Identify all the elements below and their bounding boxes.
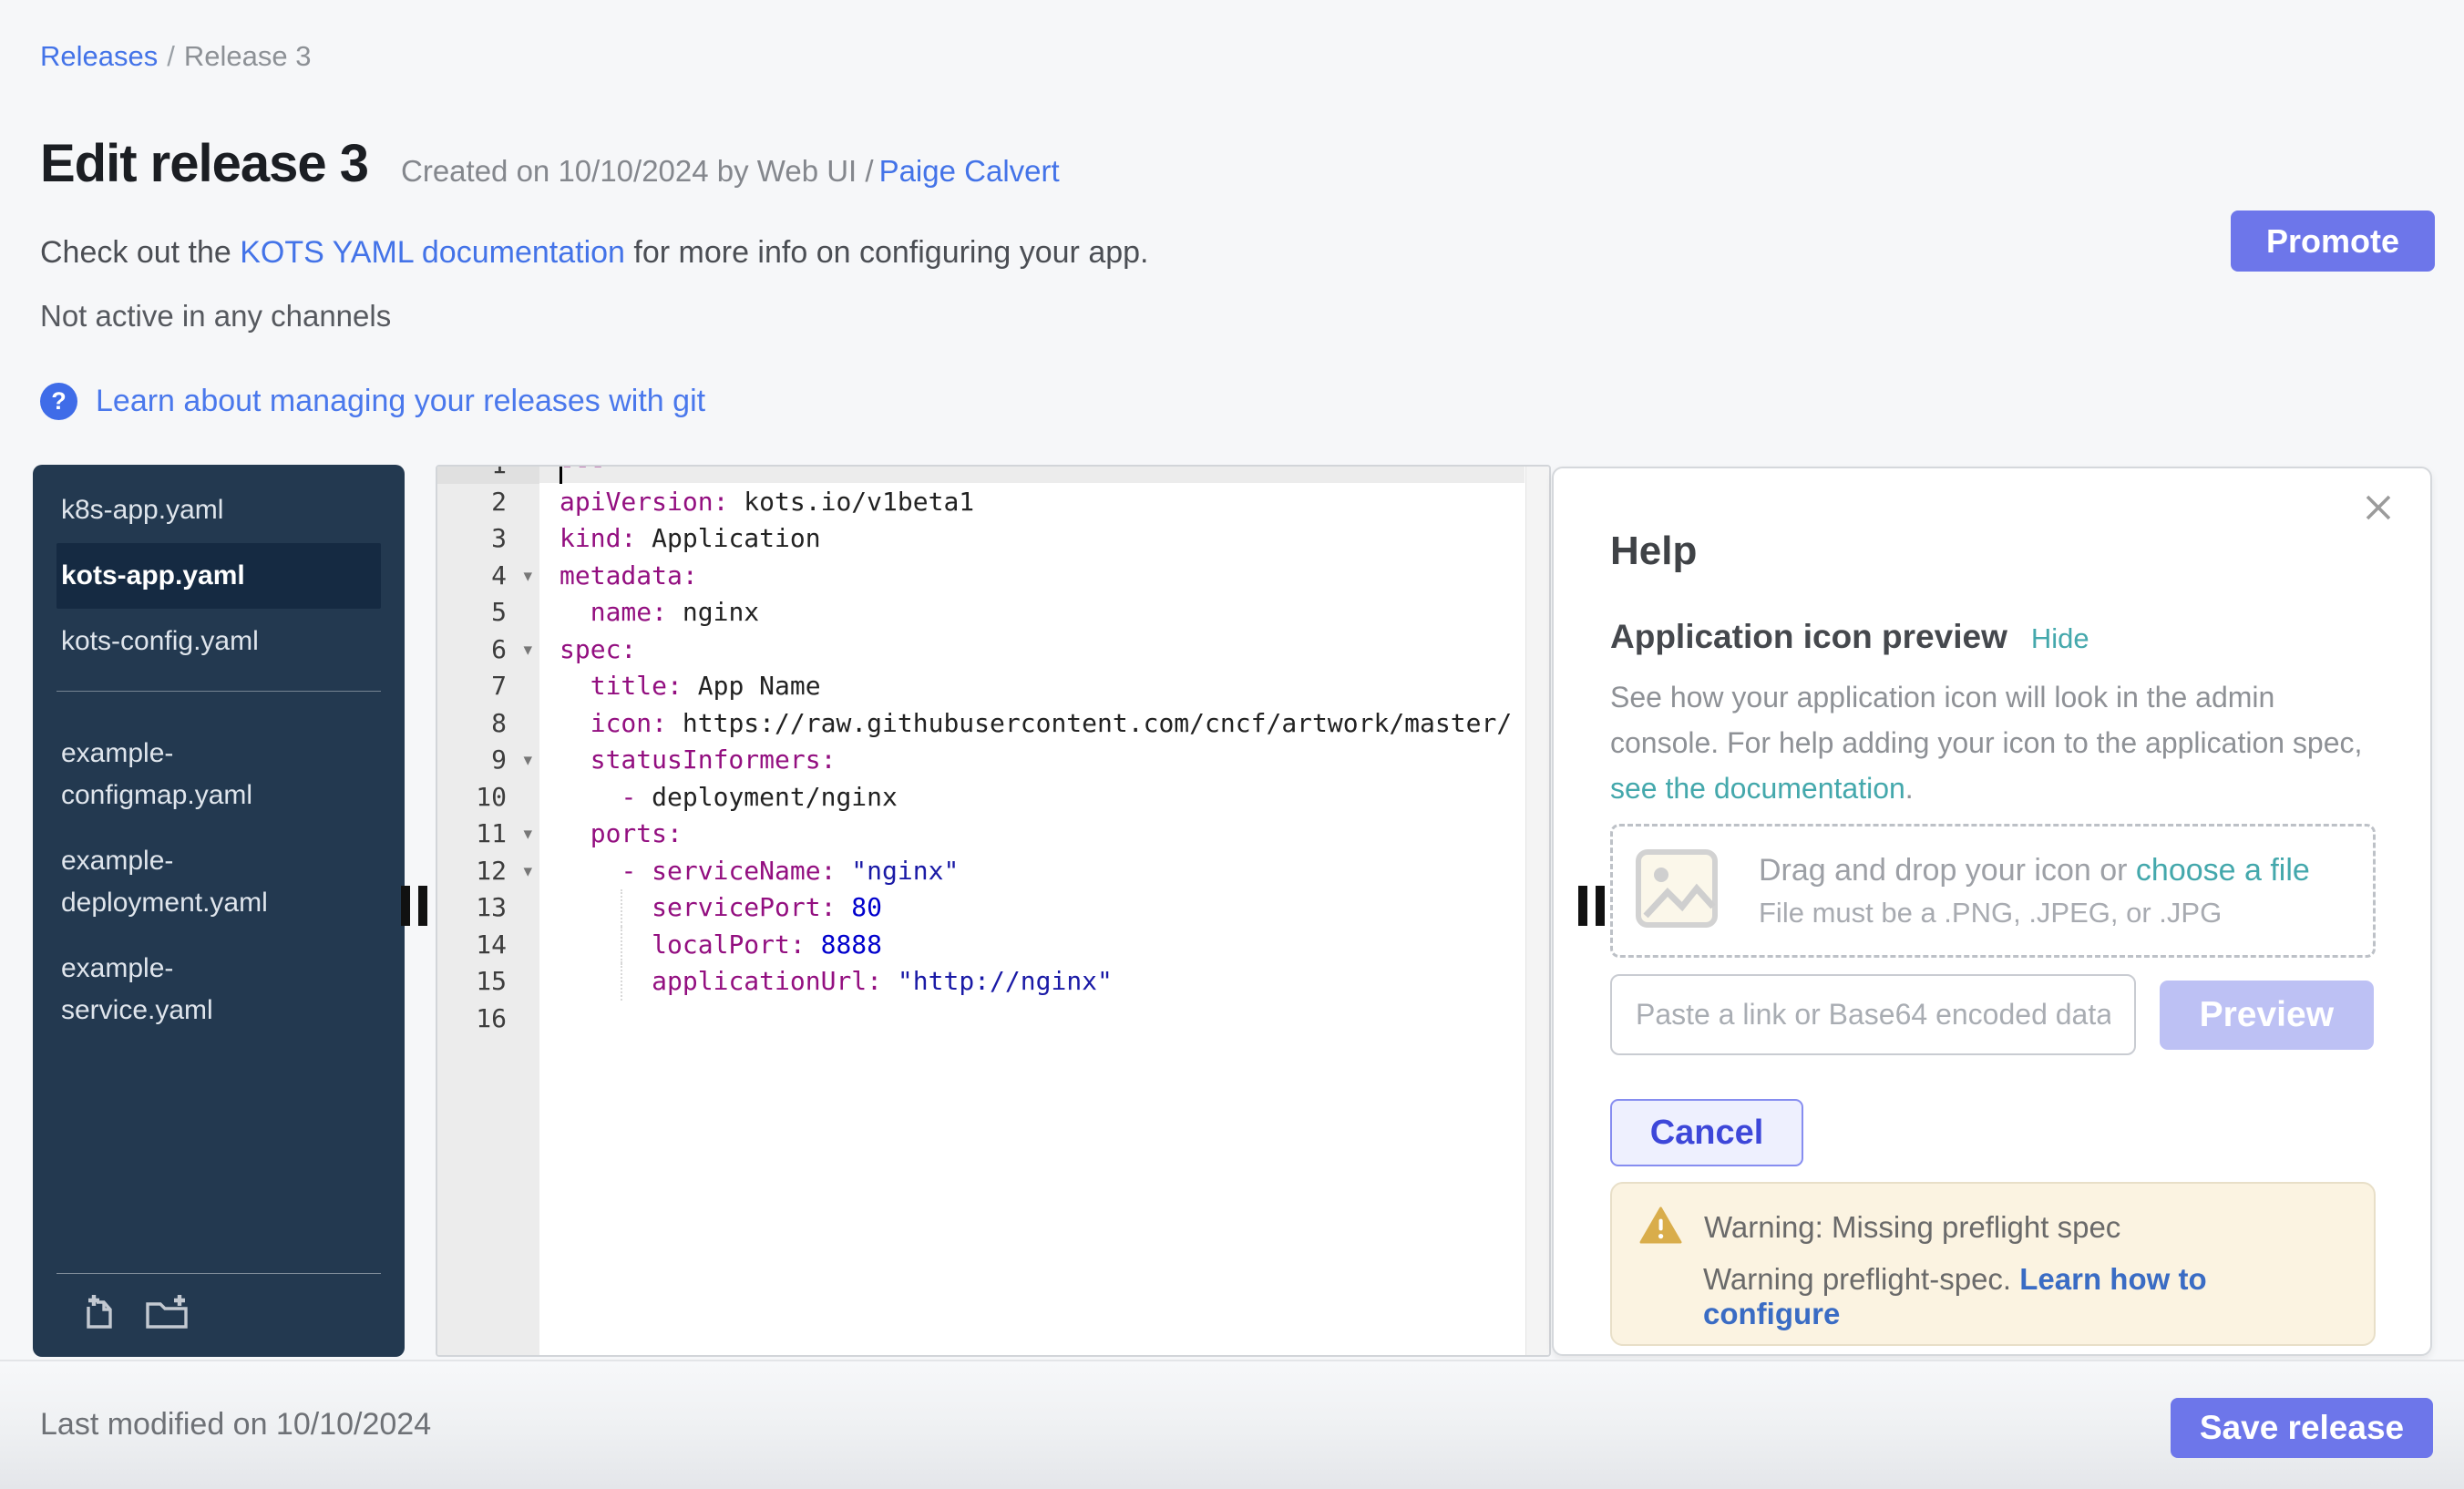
- see-documentation-link[interactable]: see the documentation: [1610, 772, 1905, 805]
- code-line: localPort: 8888: [539, 927, 1525, 964]
- icon-preview-heading: Application icon preview: [1610, 618, 2007, 656]
- edit-release-page: Releases / Release 3 Edit release 3 Create…: [0, 0, 2464, 1489]
- code-line: statusInformers:: [539, 742, 1525, 779]
- code-line: ports:: [539, 816, 1525, 853]
- gutter-line-number: 15: [437, 963, 539, 1001]
- code-line: - serviceName: "nginx": [539, 853, 1525, 890]
- fold-arrow-icon[interactable]: ▾: [523, 816, 532, 853]
- gutter-line-number: 16: [437, 1001, 539, 1038]
- help-panel: Help Application icon preview Hide See h…: [1552, 467, 2432, 1356]
- code-line: applicationUrl: "http://nginx": [539, 963, 1525, 1001]
- kots-yaml-doc-link[interactable]: KOTS YAML documentation: [240, 235, 625, 270]
- help-title: Help: [1610, 529, 2374, 574]
- choose-file-link[interactable]: choose a file: [2136, 853, 2310, 888]
- fold-arrow-icon[interactable]: ▾: [523, 558, 532, 595]
- yaml-editor[interactable]: 1234▾56▾789▾1011▾12▾13141516 ---apiVersi…: [436, 465, 1551, 1357]
- gutter-line-number: 14: [437, 927, 539, 964]
- file-list-divider: [56, 691, 381, 692]
- fold-arrow-icon[interactable]: ▾: [523, 853, 532, 890]
- gutter-line-number: 4▾: [437, 558, 539, 595]
- warning-text-line2: Warning preflight-spec. Learn how to con…: [1703, 1262, 2346, 1331]
- breadcrumb-separator: /: [167, 40, 175, 72]
- help-body-text: See how your application icon will look …: [1610, 674, 2383, 811]
- file-item[interactable]: k8s-app.yaml: [56, 478, 381, 543]
- warning-text-line1: Warning: Missing preflight spec: [1704, 1210, 2120, 1245]
- title-row: Edit release 3 Created on 10/10/2024 by …: [40, 133, 1060, 194]
- gutter-line-number: 5: [437, 594, 539, 632]
- channel-status: Not active in any channels: [40, 299, 391, 334]
- breadcrumb: Releases / Release 3: [40, 40, 311, 73]
- code-line: metadata:: [539, 558, 1525, 595]
- gutter-line-number: 7: [437, 668, 539, 705]
- question-icon: ?: [40, 383, 77, 420]
- code-line: ---: [539, 467, 1525, 484]
- breadcrumb-current: Release 3: [184, 40, 312, 72]
- file-item[interactable]: kots-app.yaml: [56, 543, 381, 609]
- created-by-link[interactable]: Paige Calvert: [879, 154, 1060, 188]
- icon-dropzone[interactable]: Drag and drop your icon or choose a file…: [1610, 824, 2376, 958]
- gutter-line-number: 9▾: [437, 742, 539, 779]
- created-meta: Created on 10/10/2024 by Web UI /Paige C…: [401, 154, 1060, 189]
- gutter-line-number: 2: [437, 484, 539, 521]
- editor-gutter: 1234▾56▾789▾1011▾12▾13141516: [437, 467, 539, 1355]
- cancel-button[interactable]: Cancel: [1610, 1099, 1803, 1166]
- code-line: [539, 1001, 1525, 1038]
- preview-button[interactable]: Preview: [2160, 981, 2374, 1050]
- preflight-warning-box: Warning: Missing preflight spec Warning …: [1610, 1182, 2376, 1346]
- fold-arrow-icon[interactable]: ▾: [523, 742, 532, 779]
- gutter-line-number: 12▾: [437, 853, 539, 890]
- git-line: ? Learn about managing your releases wit…: [40, 383, 705, 420]
- close-icon[interactable]: [2361, 490, 2396, 525]
- save-release-button[interactable]: Save release: [2171, 1398, 2433, 1458]
- breadcrumb-releases-link[interactable]: Releases: [40, 40, 158, 72]
- code-line: - deployment/nginx: [539, 779, 1525, 816]
- pane-resize-handle-left[interactable]: [401, 886, 430, 926]
- promote-button[interactable]: Promote: [2231, 211, 2435, 272]
- image-placeholder-icon: [1633, 847, 1720, 935]
- dropzone-subtext: File must be a .PNG, .JPEG, or .JPG: [1759, 897, 2310, 929]
- help-section-row: Application icon preview Hide: [1610, 618, 2374, 656]
- file-sidebar: k8s-app.yamlkots-app.yamlkots-config.yam…: [33, 465, 405, 1357]
- dropzone-text: Drag and drop your icon or choose a file…: [1759, 853, 2310, 929]
- file-list-top: k8s-app.yamlkots-app.yamlkots-config.yam…: [33, 465, 405, 674]
- bottom-bar: Last modified on 10/10/2024 Save release: [0, 1360, 2464, 1489]
- gutter-line-number: 6▾: [437, 632, 539, 669]
- text-cursor: [560, 467, 562, 484]
- warning-triangle-icon: [1639, 1206, 1682, 1249]
- git-learn-link[interactable]: Learn about managing your releases with …: [96, 384, 705, 419]
- gutter-line-number: 8: [437, 705, 539, 743]
- code-line: icon: https://raw.githubusercontent.com/…: [539, 705, 1525, 743]
- fold-arrow-icon[interactable]: ▾: [523, 632, 532, 669]
- pane-resize-handle-right[interactable]: [1578, 886, 1607, 926]
- file-item[interactable]: example-deployment.yaml: [56, 828, 381, 936]
- code-line: apiVersion: kots.io/v1beta1: [539, 484, 1525, 521]
- hide-link[interactable]: Hide: [2031, 622, 2089, 655]
- gutter-line-number: 3: [437, 520, 539, 558]
- last-modified-text: Last modified on 10/10/2024: [40, 1407, 431, 1443]
- gutter-line-number: 11▾: [437, 816, 539, 853]
- code-line: name: nginx: [539, 594, 1525, 632]
- icon-url-input[interactable]: [1610, 974, 2136, 1055]
- doc-line: Check out the KOTS YAML documentation fo…: [40, 235, 1149, 271]
- gutter-line-number: 1: [437, 467, 539, 484]
- editor-scrollbar[interactable]: [1525, 467, 1549, 1355]
- file-item[interactable]: kots-config.yaml: [56, 609, 381, 674]
- file-list-bottom: example-configmap.yamlexample-deployment…: [33, 708, 405, 1043]
- new-folder-icon[interactable]: [142, 1290, 191, 1337]
- new-file-icon[interactable]: [77, 1290, 118, 1337]
- sidebar-footer: [56, 1273, 381, 1342]
- code-line: spec:: [539, 632, 1525, 669]
- gutter-line-number: 13: [437, 889, 539, 927]
- file-item[interactable]: example-service.yaml: [56, 936, 381, 1043]
- gutter-line-number: 10: [437, 779, 539, 816]
- code-line: servicePort: 80: [539, 889, 1525, 927]
- editor-code-area[interactable]: ---apiVersion: kots.io/v1beta1kind: Appl…: [539, 467, 1525, 1355]
- file-item[interactable]: example-configmap.yaml: [56, 721, 381, 828]
- url-row: Preview: [1610, 974, 2374, 1055]
- code-line: title: App Name: [539, 668, 1525, 705]
- code-line: kind: Application: [539, 520, 1525, 558]
- page-title: Edit release 3: [40, 133, 368, 194]
